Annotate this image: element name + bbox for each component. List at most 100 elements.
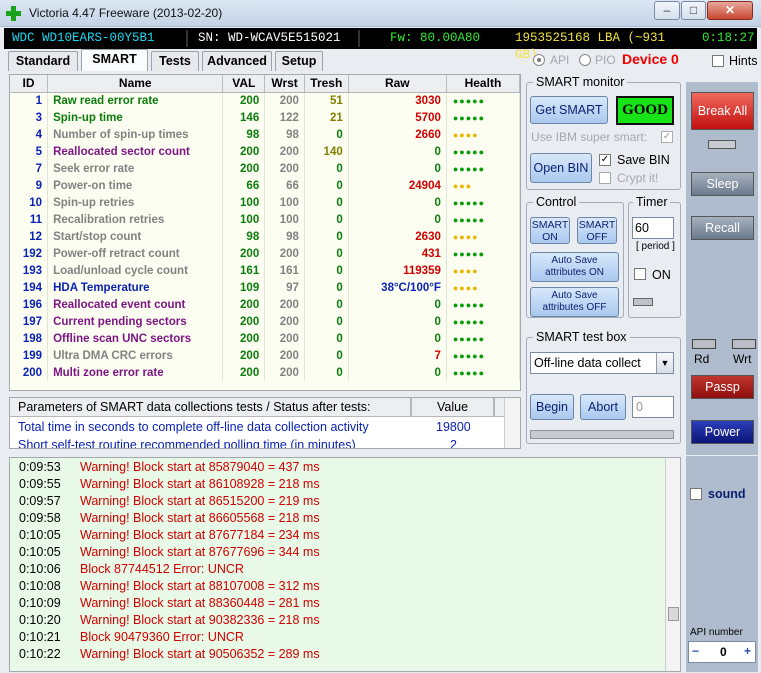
table-row[interactable]: 1 Raw read error rate 200 200 51 3030 ●●●●● xyxy=(10,92,520,109)
cell-tresh: 0 xyxy=(304,364,349,381)
log-line: 0:09:53 Warning! Block start at 85879040 … xyxy=(10,459,665,476)
open-bin-button[interactable]: Open BIN xyxy=(530,153,592,183)
drive-firmware: Fw: 80.00A80 xyxy=(390,31,481,45)
api-label: API xyxy=(550,53,570,67)
get-smart-button[interactable]: Get SMART xyxy=(530,96,608,124)
tab-smart[interactable]: SMART xyxy=(81,49,148,71)
column-header[interactable]: VAL xyxy=(222,75,266,93)
log-scroll-thumb[interactable] xyxy=(668,607,679,621)
table-row[interactable]: 12 Start/stop count 98 98 0 2630 ●●●● xyxy=(10,228,520,245)
timer-title: Timer xyxy=(633,195,671,209)
table-row[interactable]: 192 Power-off retract count 200 200 0 431 ●●●●… xyxy=(10,245,520,262)
smart-on-button[interactable]: SMART ON xyxy=(530,217,570,244)
timer-on-checkbox[interactable] xyxy=(634,268,646,280)
cell-wrst: 100 xyxy=(264,194,305,211)
wrt-label: Wrt xyxy=(733,352,752,366)
close-button[interactable]: ✕ xyxy=(707,1,753,20)
table-row[interactable]: 5 Reallocated sector count 200 200 140 0 ●●●●● xyxy=(10,143,520,160)
table-row[interactable]: 10 Spin-up retries 100 100 0 0 ●●●●● xyxy=(10,194,520,211)
table-row[interactable]: 7 Seek error rate 200 200 0 0 ●●●●● xyxy=(10,160,520,177)
tab-setup[interactable]: Setup xyxy=(275,51,323,71)
begin-button[interactable]: Begin xyxy=(530,394,574,420)
log-line: 0:10:21 Block 90479360 Error: UNCR xyxy=(10,629,665,646)
log-time: 0:09:53 xyxy=(19,460,61,474)
cell-health: ●●●●● xyxy=(446,364,520,381)
autosave-off-button[interactable]: Auto Save attributes OFF xyxy=(530,287,619,317)
log-time: 0:09:57 xyxy=(19,494,61,508)
hints-label: Hints xyxy=(729,54,758,68)
cell-id: 3 xyxy=(10,109,49,126)
tab-tests[interactable]: Tests xyxy=(151,51,199,71)
minimize-button[interactable]: – xyxy=(654,1,680,20)
cell-name: Number of spin-up times xyxy=(47,126,224,143)
api-radio[interactable] xyxy=(533,54,545,66)
column-header[interactable]: Health xyxy=(446,75,520,93)
tab-standard[interactable]: Standard xyxy=(8,51,78,71)
plus-icon[interactable]: + xyxy=(744,644,751,658)
sleep-button[interactable]: Sleep xyxy=(691,172,754,196)
cell-health: ●●● xyxy=(446,177,520,194)
timer-period-input[interactable]: 60 xyxy=(632,217,674,239)
maximize-button[interactable]: □ xyxy=(681,1,706,20)
smart-off-button[interactable]: SMART OFF xyxy=(577,217,617,244)
param-row-label: Total time in seconds to complete off-li… xyxy=(18,420,369,434)
cell-wrst: 200 xyxy=(264,347,305,364)
table-row[interactable]: 199 Ultra DMA CRC errors 200 200 0 7 ●●●●● xyxy=(10,347,520,364)
api-number-label: API number xyxy=(690,627,743,638)
log-scrollbar[interactable] xyxy=(665,458,680,671)
title-bar: Victoria 4.47 Freeware (2013-02-20) – □ … xyxy=(0,0,761,27)
drive-lba: 1953525168 LBA (~931 GB) xyxy=(515,31,666,62)
params-scrollbar[interactable] xyxy=(504,398,520,448)
table-row[interactable]: 200 Multi zone error rate 200 200 0 0 ●●●●● xyxy=(10,364,520,381)
break-all-button[interactable]: Break All xyxy=(691,92,754,130)
power-button[interactable]: Power xyxy=(691,420,754,444)
hints-checkbox[interactable] xyxy=(712,55,724,67)
minus-icon[interactable]: − xyxy=(692,644,699,658)
column-header[interactable]: Name xyxy=(47,75,224,93)
log-line: 0:10:05 Warning! Block start at 87677184 … xyxy=(10,527,665,544)
pio-radio[interactable] xyxy=(579,54,591,66)
api-number-spinner[interactable]: − 0 + xyxy=(688,641,756,663)
column-header[interactable]: ID xyxy=(10,75,49,93)
sound-checkbox[interactable] xyxy=(690,488,702,500)
cell-raw: 0 xyxy=(348,364,447,381)
column-header[interactable]: Wrst xyxy=(264,75,305,93)
recall-button[interactable]: Recall xyxy=(691,216,754,240)
log-time: 0:10:20 xyxy=(19,613,61,627)
log-message: Warning! Block start at 88360448 = 281 m… xyxy=(80,596,320,610)
autosave-on-button[interactable]: Auto Save attributes ON xyxy=(530,252,619,282)
param-row-label: Short self-test routine recommended poll… xyxy=(18,438,356,449)
cell-tresh: 0 xyxy=(304,160,349,177)
cell-tresh: 0 xyxy=(304,296,349,313)
cell-tresh: 0 xyxy=(304,177,349,194)
passp-button[interactable]: Passp xyxy=(691,375,754,399)
tab-advanced[interactable]: Advanced xyxy=(202,51,272,71)
cell-val: 200 xyxy=(222,364,266,381)
table-row[interactable]: 194 HDA Temperature 109 97 0 38°C/100°F ●●●● xyxy=(10,279,520,296)
ibm-smart-checkbox[interactable]: ✓ xyxy=(661,131,673,143)
table-row[interactable]: 4 Number of spin-up times 98 98 0 2660 ●●●● xyxy=(10,126,520,143)
cell-id: 194 xyxy=(10,279,49,296)
cell-health: ●●●●● xyxy=(446,296,520,313)
drive-serial: SN: WD-WCAV5E515021 xyxy=(192,30,360,47)
test-type-select[interactable]: Off-line data collect ▼ xyxy=(530,352,674,374)
column-header[interactable]: Raw xyxy=(348,75,447,93)
device-label: Device 0 xyxy=(622,51,679,67)
cell-raw: 0 xyxy=(348,296,447,313)
cell-tresh: 0 xyxy=(304,211,349,228)
table-row[interactable]: 9 Power-on time 66 66 0 24904 ●●● xyxy=(10,177,520,194)
cell-health: ●●●●● xyxy=(446,194,520,211)
cell-raw: 0 xyxy=(348,143,447,160)
crypt-checkbox[interactable] xyxy=(599,172,611,184)
column-header[interactable]: Tresh xyxy=(304,75,349,93)
table-row[interactable]: 198 Offline scan UNC sectors 200 200 0 0 ●●●●● xyxy=(10,330,520,347)
cell-id: 196 xyxy=(10,296,49,313)
table-row[interactable]: 197 Current pending sectors 200 200 0 0 ●●●●● xyxy=(10,313,520,330)
window-title: Victoria 4.47 Freeware (2013-02-20) xyxy=(29,6,223,20)
table-row[interactable]: 196 Reallocated event count 200 200 0 0 ●●●●● xyxy=(10,296,520,313)
table-row[interactable]: 11 Recalibration retries 100 100 0 0 ●●●●● xyxy=(10,211,520,228)
abort-button[interactable]: Abort xyxy=(580,394,626,420)
table-row[interactable]: 193 Load/unload cycle count 161 161 0 119359 ●… xyxy=(10,262,520,279)
save-bin-checkbox[interactable]: ✓ xyxy=(599,154,611,166)
table-row[interactable]: 3 Spin-up time 146 122 21 5700 ●●●●● xyxy=(10,109,520,126)
